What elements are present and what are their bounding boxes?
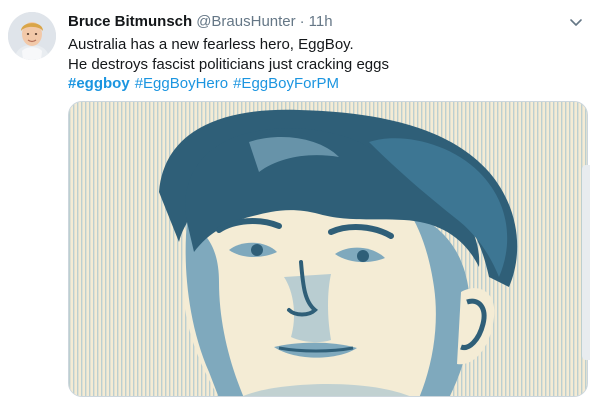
hashtag-link[interactable]: #eggboy [68, 75, 130, 92]
tweet-card[interactable]: Bruce Bitmunsch @BrausHunter · 11h Australi… [0, 0, 590, 401]
meta-separator: · [299, 13, 305, 30]
timestamp[interactable]: 11h [309, 13, 333, 30]
tweet-media-image[interactable] [68, 101, 588, 397]
poster-illustration [69, 102, 587, 396]
avatar-image [8, 12, 56, 60]
tweet-text-line-1: Australia has a new fearless hero, EggBo… [68, 36, 354, 53]
tweet-header: Bruce Bitmunsch @BrausHunter · 11h [68, 12, 333, 32]
author-handle[interactable]: @BrausHunter [196, 13, 295, 30]
hashtag-link[interactable]: #EggBoyHero [135, 75, 228, 92]
tweet-text-line-2: He destroys fascist politicians just cra… [68, 55, 389, 73]
chevron-down-icon[interactable] [568, 14, 584, 30]
scrollbar-track[interactable] [582, 165, 590, 360]
tweet-text: Australia has a new fearless hero, EggBo… [68, 35, 389, 94]
author-name[interactable]: Bruce Bitmunsch [68, 13, 192, 30]
hashtag-list: #eggboy #EggBoyHero #EggBoyForPM [68, 74, 389, 94]
hashtag-link[interactable]: #EggBoyForPM [233, 75, 339, 92]
avatar[interactable] [8, 12, 56, 60]
